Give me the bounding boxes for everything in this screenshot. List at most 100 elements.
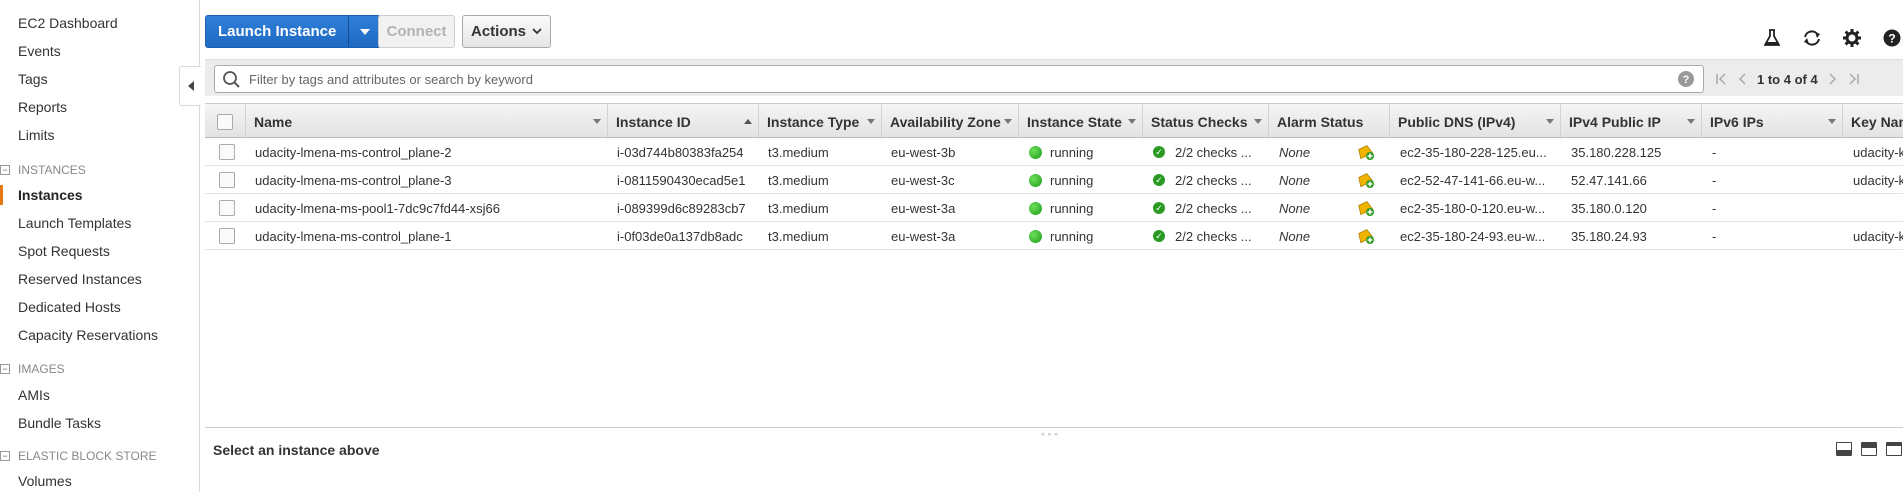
last-page-icon[interactable] xyxy=(1848,73,1860,85)
column-header-public-dns[interactable]: Public DNS (IPv4) xyxy=(1390,104,1561,139)
column-header-instance-state[interactable]: Instance State xyxy=(1019,104,1143,139)
next-page-icon[interactable] xyxy=(1828,73,1838,85)
row-checkbox[interactable] xyxy=(219,200,235,216)
cell-key-name: udacity-k xyxy=(1851,138,1903,166)
select-all-checkbox[interactable] xyxy=(217,113,233,130)
cell-ipv6-ips: - xyxy=(1710,222,1840,250)
cell-instance-type: t3.medium xyxy=(766,166,876,194)
sidebar-item-amis[interactable]: AMIs xyxy=(18,387,50,403)
cell-instance-id-text: i-089399d6c89283cb7 xyxy=(617,200,746,216)
prev-page-icon[interactable] xyxy=(1737,73,1747,85)
cell-instance-id-text: i-03d744b80383fa254 xyxy=(617,144,744,160)
table-row[interactable]: udacity-lmena-ms-control_plane-1 i-0f03de… xyxy=(205,222,1903,250)
cell-alarm-status-text: None xyxy=(1279,172,1311,188)
cell-instance-id-text: i-0f03de0a137db8adc xyxy=(617,228,743,244)
layout-bottom-pane-icon[interactable] xyxy=(1836,442,1852,456)
column-header-instance-type[interactable]: Instance Type xyxy=(759,104,882,139)
create-alarm-icon[interactable] xyxy=(1355,166,1379,194)
search-icon xyxy=(223,71,240,88)
column-header-alarm-status[interactable]: Alarm Status xyxy=(1269,104,1390,139)
sidebar: EC2 Dashboard Events Tags Reports Limits… xyxy=(0,0,200,492)
filter-bar: ? 1 to 4 of 4 xyxy=(205,59,1903,96)
cell-status-checks: ✓ 2/2 checks ... xyxy=(1151,138,1265,166)
sidebar-collapse-button[interactable] xyxy=(179,66,201,106)
sidebar-item-instances[interactable]: Instances xyxy=(18,187,83,203)
cell-availability-zone-text: eu-west-3b xyxy=(891,144,956,160)
create-alarm-icon[interactable] xyxy=(1355,194,1379,222)
table-row[interactable]: udacity-lmena-ms-control_plane-2 i-03d744… xyxy=(205,138,1903,166)
column-label: Instance State xyxy=(1027,113,1122,130)
layout-full-pane-icon[interactable] xyxy=(1886,442,1902,456)
cell-instance-state-text: running xyxy=(1050,228,1094,244)
launch-instance-button[interactable]: Launch Instance xyxy=(205,15,382,48)
sidebar-item-capacity-reservations[interactable]: Capacity Reservations xyxy=(18,327,158,343)
collapse-minus-icon[interactable]: − xyxy=(0,364,10,374)
launch-dropdown-button[interactable] xyxy=(348,16,380,47)
sidebar-item-reserved-instances[interactable]: Reserved Instances xyxy=(18,271,142,287)
sidebar-item-spot-requests[interactable]: Spot Requests xyxy=(18,243,110,259)
cell-ipv6-ips-text: - xyxy=(1712,200,1717,216)
actions-button[interactable]: Actions xyxy=(462,15,551,48)
sidebar-section-instances[interactable]: − INSTANCES xyxy=(0,163,86,177)
column-header-instance-id[interactable]: Instance ID xyxy=(608,104,759,139)
cell-status-checks-text: 2/2 checks ... xyxy=(1175,228,1252,244)
svg-text:?: ? xyxy=(1683,74,1690,86)
gear-icon[interactable] xyxy=(1842,28,1862,48)
cell-instance-state: running xyxy=(1027,166,1139,194)
cell-instance-type-text: t3.medium xyxy=(768,172,829,188)
table-row[interactable]: udacity-lmena-ms-control_plane-3 i-081159… xyxy=(205,166,1903,194)
sidebar-item-volumes[interactable]: Volumes xyxy=(18,473,72,489)
collapse-minus-icon[interactable]: − xyxy=(0,451,10,461)
cell-ipv6-ips-text: - xyxy=(1712,172,1717,188)
caret-down-icon xyxy=(359,28,370,35)
create-alarm-icon[interactable] xyxy=(1355,222,1379,250)
cell-name: udacity-lmena-ms-control_plane-3 xyxy=(253,166,603,194)
sidebar-item-bundle-tasks[interactable]: Bundle Tasks xyxy=(18,415,101,431)
cell-name-text: udacity-lmena-ms-control_plane-1 xyxy=(255,228,452,244)
running-status-icon xyxy=(1029,173,1042,187)
collapse-minus-icon[interactable]: − xyxy=(0,165,10,175)
sidebar-item-dedicated-hosts[interactable]: Dedicated Hosts xyxy=(18,299,121,315)
cell-availability-zone: eu-west-3b xyxy=(889,138,1014,166)
resize-grip[interactable]: ∘∘∘ xyxy=(1040,429,1060,440)
help-circle-icon[interactable]: ? xyxy=(1677,70,1695,88)
row-checkbox[interactable] xyxy=(219,228,235,244)
column-header-status-checks[interactable]: Status Checks xyxy=(1143,104,1269,139)
row-checkbox[interactable] xyxy=(219,172,235,188)
column-header-ipv6-ips[interactable]: IPv6 IPs xyxy=(1702,104,1843,139)
column-header-name[interactable]: Name xyxy=(246,104,608,139)
cell-instance-type-text: t3.medium xyxy=(768,144,829,160)
sidebar-item-ec2-dashboard[interactable]: EC2 Dashboard xyxy=(18,15,118,31)
connect-button[interactable]: Connect xyxy=(378,15,455,48)
column-header-key-name[interactable]: Key Nan xyxy=(1843,104,1903,139)
launch-instance-label[interactable]: Launch Instance xyxy=(206,16,348,47)
sidebar-section-ebs[interactable]: − ELASTIC BLOCK STORE xyxy=(0,449,157,463)
layout-split-pane-icon[interactable] xyxy=(1861,442,1877,456)
help-icon[interactable]: ? xyxy=(1882,28,1902,48)
cell-alarm-status-text: None xyxy=(1279,144,1311,160)
cell-instance-type: t3.medium xyxy=(766,194,876,222)
sidebar-section-images[interactable]: − IMAGES xyxy=(0,362,65,376)
sidebar-item-events[interactable]: Events xyxy=(18,43,61,59)
cell-public-dns: ec2-35-180-24-93.eu-w... xyxy=(1398,222,1558,250)
first-page-icon[interactable] xyxy=(1715,73,1727,85)
row-checkbox[interactable] xyxy=(219,144,235,160)
column-label: IPv4 Public IP xyxy=(1569,113,1661,130)
sidebar-item-reports[interactable]: Reports xyxy=(18,99,67,115)
sidebar-item-tags[interactable]: Tags xyxy=(18,71,48,87)
create-alarm-icon[interactable] xyxy=(1355,138,1379,166)
sidebar-item-launch-templates[interactable]: Launch Templates xyxy=(18,215,131,231)
cell-instance-type: t3.medium xyxy=(766,222,876,250)
flask-icon[interactable] xyxy=(1762,28,1782,48)
sidebar-item-limits[interactable]: Limits xyxy=(18,127,55,143)
sidebar-section-title: INSTANCES xyxy=(18,163,86,177)
table-row[interactable]: udacity-lmena-ms-pool1-7dc9c7fd44-xsj66 i… xyxy=(205,194,1903,222)
search-box[interactable]: ? xyxy=(214,65,1704,93)
column-header-ipv4-public-ip[interactable]: IPv4 Public IP xyxy=(1561,104,1702,139)
cell-status-checks-text: 2/2 checks ... xyxy=(1175,172,1252,188)
column-label: Instance Type xyxy=(767,113,860,130)
search-input[interactable] xyxy=(243,71,1677,87)
refresh-icon[interactable] xyxy=(1802,28,1822,48)
column-header-availability-zone[interactable]: Availability Zone xyxy=(882,104,1019,139)
cell-ipv6-ips-text: - xyxy=(1712,228,1717,244)
